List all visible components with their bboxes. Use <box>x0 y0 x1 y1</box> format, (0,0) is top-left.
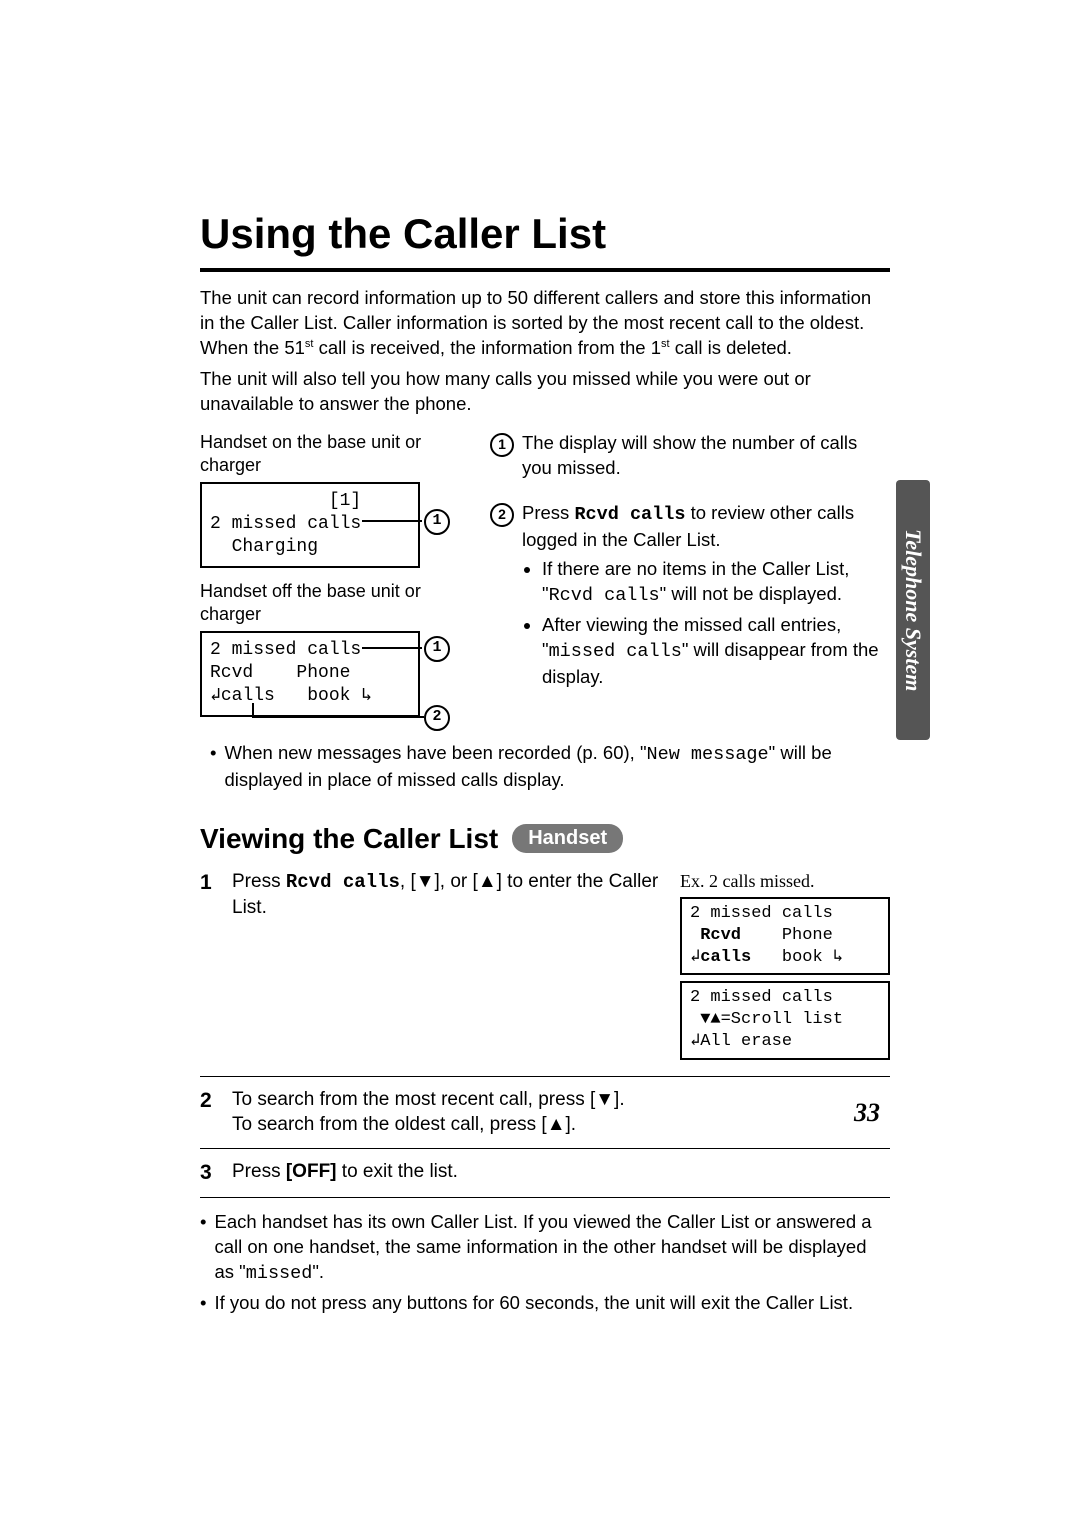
step-2: 2 To search from the most recent call, p… <box>200 1087 890 1138</box>
bullet-icon: • <box>200 1291 206 1316</box>
subhead: Viewing the Caller List <box>200 823 498 855</box>
example-lcd-1: 2 missed calls Rcvd Phone ↲calls book ↳ <box>680 897 890 975</box>
ex1-row2: Rcvd Phone <box>690 925 880 947</box>
bullet-icon: • <box>200 1210 206 1287</box>
lcd1-caption: Handset on the base unit or charger <box>200 431 460 478</box>
example-column: Ex. 2 calls missed. 2 missed calls Rcvd … <box>680 869 890 1066</box>
rcvd-calls-key: Rcvd calls <box>574 504 685 525</box>
callout-line <box>252 703 254 717</box>
lcd2-row1: 2 missed calls <box>210 639 410 662</box>
step-2-number: 2 <box>200 1087 218 1138</box>
manual-page: Using the Caller List The unit can recor… <box>0 0 1080 1528</box>
step-1-text: Press Rcvd calls, [▼], or [▲] to enter t… <box>232 869 666 1066</box>
callout-line <box>362 647 422 649</box>
diagram-left-column: Handset on the base unit or charger [1] … <box>200 431 460 729</box>
example-label: Ex. 2 calls missed. <box>680 869 890 893</box>
handset-badge: Handset <box>512 824 623 853</box>
step-2-text: To search from the most recent call, pre… <box>232 1087 890 1138</box>
subhead-row: Viewing the Caller List Handset <box>200 823 890 855</box>
callout-2-icon: 2 <box>490 503 514 527</box>
callout-line <box>252 716 424 718</box>
callout-2-body: Press Rcvd calls to review other calls l… <box>522 501 890 694</box>
intro1-text: The unit can record information up to 50… <box>200 287 871 358</box>
page-number: 33 <box>854 1098 880 1128</box>
lcd2-row2: Rcvd Phone <box>210 662 410 685</box>
ex2-row3: ↲All erase <box>690 1031 880 1053</box>
callout-1-text: The display will show the number of call… <box>522 431 890 481</box>
new-message-note: • When new messages have been recorded (… <box>210 741 890 793</box>
diagram-area: Handset on the base unit or charger [1] … <box>200 431 890 729</box>
note-text: When new messages have been recorded (p.… <box>224 741 890 793</box>
lcd-screen-1: [1] 2 missed calls Charging 1 <box>200 482 420 568</box>
intro-paragraph-2: The unit will also tell you how many cal… <box>200 367 890 417</box>
lcd-screen-2: 2 missed calls Rcvd Phone ↲calls book ↳ … <box>200 631 420 717</box>
callout-1-desc: 1 The display will show the number of ca… <box>490 431 890 481</box>
lcd2-caption: Handset off the base unit or charger <box>200 580 460 627</box>
step-divider <box>200 1076 890 1077</box>
footnote-1-text: Each handset has its own Caller List. If… <box>214 1210 890 1287</box>
intro-paragraph-1: The unit can record information up to 50… <box>200 286 890 361</box>
footnote-2: • If you do not press any buttons for 60… <box>200 1291 890 1316</box>
callout-1b-marker: 1 <box>424 636 450 662</box>
page-title: Using the Caller List <box>200 210 890 258</box>
section-tab: Telephone System <box>896 480 930 740</box>
step-1: 1 Press Rcvd calls, [▼], or [▲] to enter… <box>200 869 890 1066</box>
title-rule <box>200 268 890 272</box>
step-1-number: 1 <box>200 869 218 1066</box>
callout-2-bullet-2: After viewing the missed call entries, "… <box>542 613 890 690</box>
bullet-icon: • <box>210 741 216 793</box>
lcd2-row3: ↲calls book ↳ <box>210 685 410 708</box>
step-3-text: Press [OFF] to exit the list. <box>232 1159 890 1187</box>
step-3-number: 3 <box>200 1159 218 1187</box>
ex2-row1: 2 missed calls <box>690 987 880 1009</box>
lcd1-row3: Charging <box>210 536 410 559</box>
step-divider <box>200 1197 890 1198</box>
callout-2-desc: 2 Press Rcvd calls to review other calls… <box>490 501 890 694</box>
step-divider <box>200 1148 890 1149</box>
callout-2-sublist: If there are no items in the Caller List… <box>542 557 890 690</box>
lcd1-row2: 2 missed calls <box>210 513 410 536</box>
example-lcd-2: 2 missed calls ▼▲=Scroll list ↲All erase <box>680 981 890 1059</box>
callout-2-lead: Press <box>522 502 574 523</box>
ex1-row3: ↲calls book ↳ <box>690 947 880 969</box>
callout-line <box>362 520 422 522</box>
callout-1-icon: 1 <box>490 433 514 457</box>
footnote-2-text: If you do not press any buttons for 60 s… <box>214 1291 853 1316</box>
lcd1-row1: [1] <box>210 490 410 513</box>
footnote-1: • Each handset has its own Caller List. … <box>200 1210 890 1287</box>
ex2-row2: ▼▲=Scroll list <box>690 1009 880 1031</box>
rcvd-calls-key: Rcvd calls <box>286 871 400 893</box>
step-3: 3 Press [OFF] to exit the list. <box>200 1159 890 1187</box>
callout-2-marker: 2 <box>424 705 450 731</box>
ex1-row1: 2 missed calls <box>690 903 880 925</box>
callout-2-bullet-1: If there are no items in the Caller List… <box>542 557 890 609</box>
diagram-right-column: 1 The display will show the number of ca… <box>490 431 890 729</box>
callout-1-marker: 1 <box>424 509 450 535</box>
